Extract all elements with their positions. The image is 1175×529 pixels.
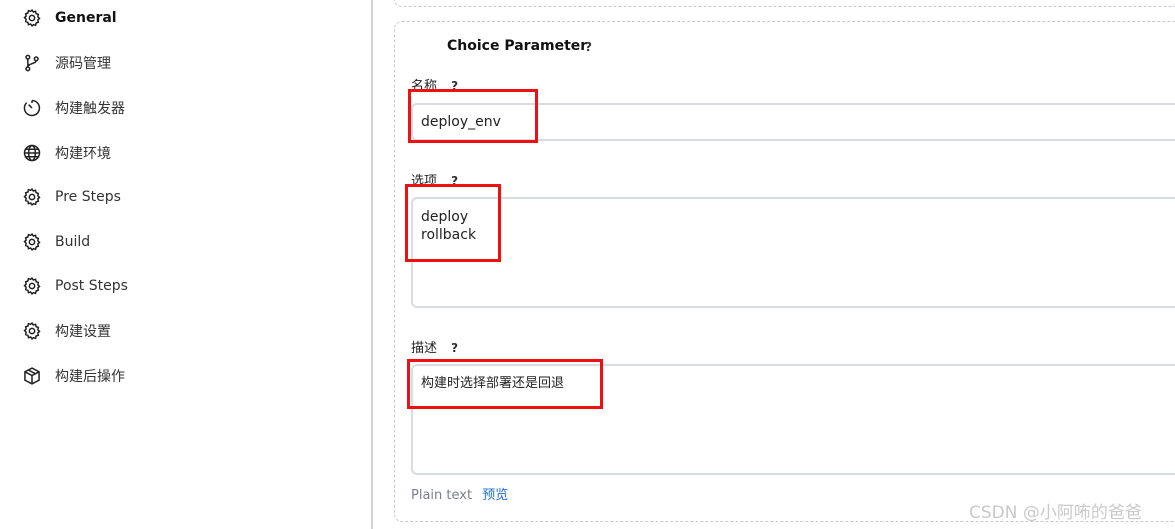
gear-icon [22, 276, 42, 296]
choices-label-text: 选项 [411, 174, 438, 189]
description-label: 描述 ? [411, 337, 458, 356]
sidebar-item-label: 构建环境 [55, 146, 111, 162]
sidebar-item-post-steps[interactable]: Post Steps [22, 274, 128, 298]
choices-textarea[interactable]: deploy rollback [411, 197, 1175, 308]
sidebar-item-label: 构建设置 [55, 324, 111, 340]
sidebar-item-triggers[interactable]: 构建触发器 [22, 96, 125, 120]
plain-text-label: Plain text [411, 488, 473, 503]
name-input[interactable]: deploy_env [411, 103, 1175, 141]
sidebar-item-label: Pre Steps [55, 189, 121, 205]
sidebar-divider [371, 0, 373, 529]
gear-icon [22, 8, 42, 28]
sidebar-item-label: Build [55, 234, 91, 250]
description-textarea[interactable]: 构建时选择部署还是回退 [411, 364, 1175, 475]
sidebar-item-environment[interactable]: 构建环境 [22, 141, 111, 165]
sidebar-item-general[interactable]: General [22, 6, 117, 30]
globe-icon [22, 143, 42, 163]
choices-label: 选项 ? [411, 170, 458, 189]
sidebar-item-pre-steps[interactable]: Pre Steps [22, 185, 121, 209]
gear-icon [22, 232, 42, 252]
sidebar-item-label: 源码管理 [55, 56, 111, 72]
config-sidebar: General 源码管理 构建触发器 构建环境 Pre Steps Build [0, 0, 371, 529]
gear-icon [22, 187, 42, 207]
preview-link[interactable]: 预览 [482, 488, 508, 503]
choices-help-button[interactable]: ? [451, 174, 458, 188]
previous-section-border [394, 0, 1175, 7]
watermark: CSDN @小阿咘的爸爸 [969, 503, 1142, 523]
description-footer: Plain text 预览 [411, 484, 508, 503]
timer-icon [22, 98, 42, 118]
sidebar-item-label: General [55, 10, 117, 26]
name-label-text: 名称 [411, 79, 438, 94]
parameter-help-button[interactable]: ? [585, 40, 592, 54]
name-label: 名称 ? [411, 75, 458, 94]
name-help-button[interactable]: ? [451, 79, 458, 93]
gear-icon [22, 321, 42, 341]
sidebar-item-build-settings[interactable]: 构建设置 [22, 319, 111, 343]
sidebar-item-label: Post Steps [55, 278, 128, 294]
sidebar-item-source[interactable]: 源码管理 [22, 51, 111, 75]
description-help-button[interactable]: ? [451, 341, 458, 355]
sidebar-item-label: 构建后操作 [55, 369, 125, 385]
sidebar-item-label: 构建触发器 [55, 101, 125, 117]
package-icon [22, 366, 42, 386]
sidebar-item-post-build[interactable]: 构建后操作 [22, 364, 125, 388]
branch-icon [22, 53, 42, 73]
sidebar-item-build[interactable]: Build [22, 230, 90, 254]
description-label-text: 描述 [411, 341, 438, 356]
parameter-title: Choice Parameter [447, 38, 588, 54]
